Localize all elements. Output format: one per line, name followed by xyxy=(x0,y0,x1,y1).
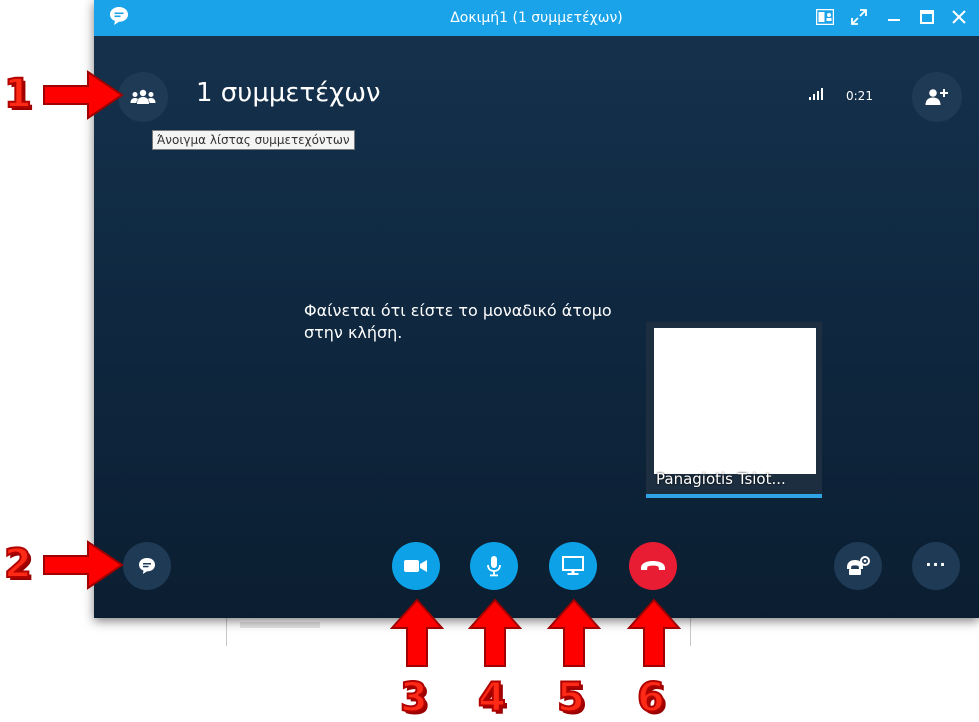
annotation-number-2: 2 xyxy=(3,541,33,587)
add-person-icon xyxy=(925,89,948,105)
screen-share-button[interactable] xyxy=(549,542,597,590)
minimize-button[interactable] xyxy=(879,2,909,32)
participants-count-title: 1 συμμετέχων xyxy=(196,78,381,108)
phone-hangup-icon xyxy=(641,561,665,570)
phone-gear-icon xyxy=(847,556,870,575)
tooltip: Άνοιγμα λίστας συμμετεχόντων xyxy=(152,130,355,150)
call-settings-button[interactable] xyxy=(834,542,882,590)
annotation-number-3: 3 xyxy=(399,675,429,721)
add-participant-button[interactable] xyxy=(912,72,962,122)
annotation-arrow-up-icon xyxy=(627,598,681,667)
annotation-arrow-up-icon xyxy=(468,598,522,667)
contact-card-icon xyxy=(816,9,834,25)
call-window: Δοκιμή1 (1 συμμετέχων) 1 συμμετέχων Άνοι… xyxy=(94,0,979,618)
alone-in-call-message: Φαίνεται ότι είστε το μοναδικό άτομο στη… xyxy=(304,301,612,342)
video-toggle-button[interactable] xyxy=(392,542,440,590)
ellipsis-icon: ··· xyxy=(925,554,947,574)
monitor-icon xyxy=(562,556,584,575)
self-preview-audio-bar xyxy=(646,494,822,498)
annotation-number-4: 4 xyxy=(477,675,507,721)
background-text-remnant xyxy=(240,622,320,628)
maximize-button[interactable] xyxy=(912,2,942,32)
annotation-arrow-up-icon xyxy=(547,598,601,667)
expand-icon xyxy=(851,9,867,25)
signal-bars-icon xyxy=(809,88,823,100)
background-divider xyxy=(690,616,691,646)
more-options-button[interactable]: ··· xyxy=(912,542,960,590)
annotation-arrow-up-icon xyxy=(390,598,444,667)
chat-bubble-icon xyxy=(139,558,155,574)
self-video-preview[interactable]: Panagiotis Tsiot... xyxy=(646,322,822,498)
call-timer: 0:21 xyxy=(846,89,873,103)
fullscreen-button[interactable] xyxy=(844,2,874,32)
microphone-toggle-button[interactable] xyxy=(470,542,518,590)
annotation-number-5: 5 xyxy=(556,675,586,721)
background-divider xyxy=(226,616,227,646)
people-group-icon xyxy=(130,89,156,104)
close-icon xyxy=(952,10,966,24)
self-preview-name: Panagiotis Tsiot... xyxy=(656,470,786,488)
end-call-button[interactable] xyxy=(629,542,677,590)
minimize-icon xyxy=(888,19,900,21)
title-bar[interactable]: Δοκιμή1 (1 συμμετέχων) xyxy=(94,0,979,36)
close-button[interactable] xyxy=(944,2,974,32)
maximize-icon xyxy=(920,10,934,24)
self-video-image xyxy=(654,328,816,474)
microphone-icon xyxy=(487,556,501,577)
video-camera-icon xyxy=(404,560,427,572)
annotation-arrow-right-icon xyxy=(43,540,124,590)
chat-button[interactable] xyxy=(123,542,171,590)
annotation-number-1: 1 xyxy=(3,71,33,117)
contact-card-button[interactable] xyxy=(810,2,840,32)
annotation-number-6: 6 xyxy=(636,675,666,721)
participants-list-button[interactable] xyxy=(118,72,168,122)
annotation-arrow-right-icon xyxy=(43,70,124,120)
